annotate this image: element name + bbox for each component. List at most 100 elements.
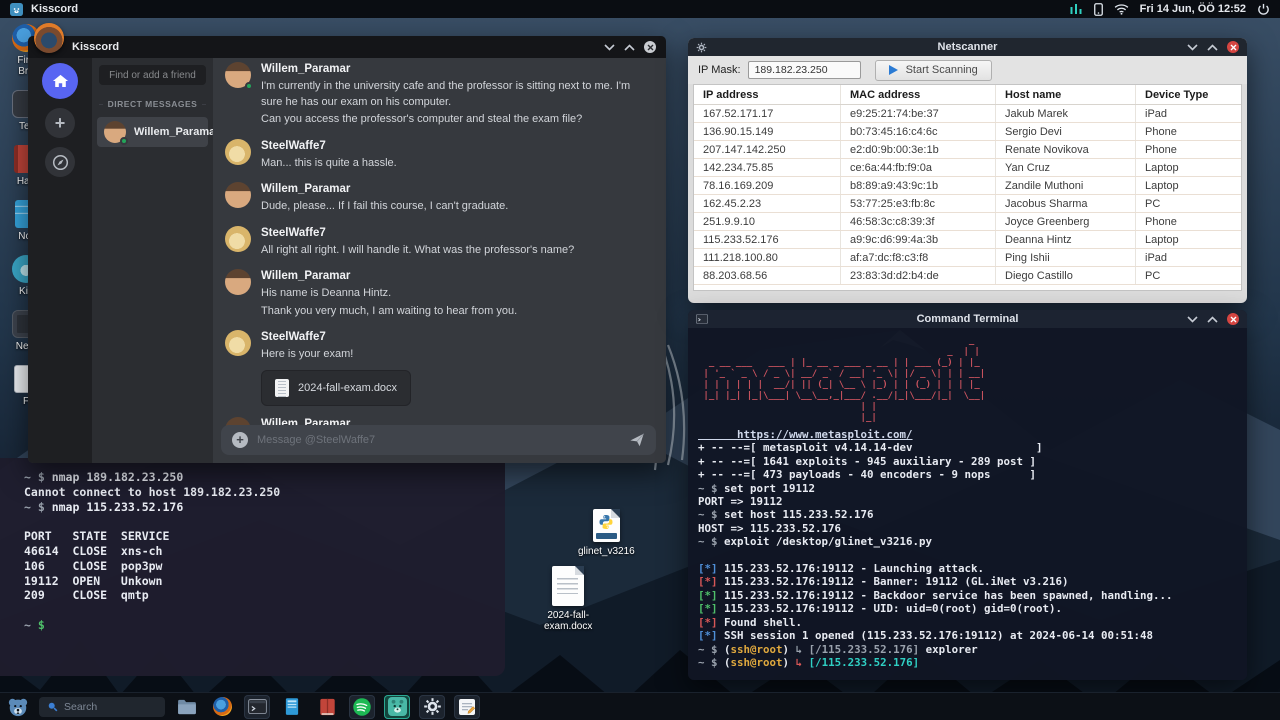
phone-icon[interactable]	[1093, 2, 1103, 16]
netscanner-titlebar[interactable]: Netscanner	[688, 38, 1247, 56]
menubar: Kisscord Fri 14 Jun, ÖÖ 12:52	[0, 0, 1280, 18]
start-scanning-button[interactable]: Start Scanning	[874, 59, 992, 81]
netscanner-column-header[interactable]: MAC address	[841, 85, 996, 104]
netscanner-table: IP address MAC address Host name Device Typ…	[693, 84, 1242, 291]
chevron-down-icon[interactable]	[1187, 315, 1198, 323]
desktop-file-exam-docx[interactable]: 2024-fall- exam.docx	[544, 566, 592, 632]
docx-file-icon	[552, 566, 585, 606]
chat-message-group: SteelWaffe7 All right all right. I will h…	[225, 225, 652, 259]
kisscord-titlebar[interactable]: Kisscord	[28, 23, 666, 58]
mixer-icon[interactable]	[1069, 3, 1083, 15]
desktop-file-label: 2024-fall- exam.docx	[544, 610, 593, 632]
taskbar-kisscord[interactable]	[384, 694, 410, 719]
desktop: Fire Bro Ter Han Not Kis Nets F glinet_v…	[0, 0, 1280, 720]
spotify-icon	[353, 697, 371, 716]
message-input[interactable]	[257, 434, 620, 446]
netscanner-column-header[interactable]: Device Type	[1136, 85, 1241, 104]
command-terminal-titlebar[interactable]: Command Terminal	[688, 310, 1247, 328]
message-author[interactable]: SteelWaffe7	[261, 139, 397, 154]
netscanner-row[interactable]: 207.147.142.250 e2:d0:9b:00:3e:1b Renate N…	[694, 141, 1241, 159]
chevron-down-icon[interactable]	[1187, 43, 1198, 51]
message-text: Here is your exam!	[261, 348, 354, 360]
netscanner-row[interactable]: 115.233.52.176 a9:9c:d6:99:4a:3b Deanna Hi…	[694, 231, 1241, 249]
message-author[interactable]: Willem_Paramar	[261, 62, 652, 77]
avatar[interactable]	[225, 62, 253, 90]
file-attachment[interactable]: 2024-fall-exam.docx	[261, 369, 412, 406]
netscanner-row[interactable]: 251.9.9.10 46:58:3c:c8:39:3f Joyce Greenbe…	[694, 213, 1241, 231]
netscanner-row[interactable]: 136.90.15.149 b0:73:45:16:c4:6c Sergio Dev…	[694, 123, 1241, 141]
message-author[interactable]: SteelWaffe7	[261, 226, 574, 241]
avatar[interactable]	[225, 269, 251, 295]
message-text: I'm currently in the university cafe and…	[261, 80, 631, 108]
start-menu-bear-icon[interactable]	[6, 696, 30, 718]
message-author[interactable]: Willem_Paramar	[261, 269, 517, 284]
netscanner-table-body: 167.52.171.17 e9:25:21:74:be:37 Jakub Mare…	[694, 105, 1241, 285]
attach-plus-icon[interactable]: +	[232, 432, 248, 448]
taskbar-search[interactable]	[39, 696, 165, 717]
terminal-icon	[696, 314, 708, 324]
avatar[interactable]	[225, 182, 251, 208]
online-status-dot	[245, 82, 253, 90]
command-terminal-body[interactable]: _ _ | | _ __ ___ ___ | |_ __ _ ___ _ __ …	[688, 328, 1247, 680]
attachment-filename[interactable]: 2024-fall-exam.docx	[298, 382, 397, 394]
netscanner-row[interactable]: 88.203.68.56 23:83:3d:d2:b4:de Diego Casti…	[694, 267, 1241, 285]
taskbar-settings[interactable]	[419, 694, 445, 719]
chat-message-group: SteelWaffe7 Man... this is quite a hassle…	[225, 138, 652, 172]
taskbar-file-manager[interactable]	[174, 695, 200, 719]
message-text: Can you access the professor's computer …	[261, 113, 583, 125]
chevron-up-icon[interactable]	[1207, 43, 1218, 51]
message-input-bar[interactable]: +	[221, 425, 656, 455]
home-button[interactable]	[42, 63, 78, 99]
taskbar-spotify[interactable]	[349, 694, 375, 719]
message-text: Thank you very much, I am waiting to hea…	[261, 304, 518, 317]
netscanner-table-header: IP address MAC address Host name Device Typ…	[694, 85, 1241, 105]
netscanner-row[interactable]: 111.218.100.80 af:a7:dc:f8:c3:f8 Ping Ishi…	[694, 249, 1241, 267]
netscanner-row[interactable]: 162.45.2.23 53:77:25:e3:fb:8c Jacobus Shar…	[694, 195, 1241, 213]
message-author[interactable]: SteelWaffe7	[261, 330, 411, 345]
direct-messages-header: DIRECT MESSAGES	[99, 99, 206, 109]
dm-item-willem[interactable]: Willem_Paramar	[97, 117, 220, 147]
chevron-up-icon[interactable]	[624, 43, 635, 51]
taskbar-terminal[interactable]	[244, 694, 270, 719]
explore-button[interactable]	[45, 147, 75, 177]
chat-message-group: Willem_Paramar His name is Deanna Hintz. T…	[225, 269, 652, 319]
desktop-file-glinet[interactable]: glinet_v3216	[578, 509, 635, 557]
chevron-up-icon[interactable]	[1207, 315, 1218, 323]
power-icon[interactable]	[1257, 3, 1270, 16]
app-bear-icon	[10, 2, 23, 16]
compass-icon	[52, 154, 68, 170]
close-icon[interactable]	[1227, 41, 1239, 53]
netscanner-column-header[interactable]: IP address	[694, 85, 841, 104]
chevron-down-icon[interactable]	[604, 43, 615, 51]
avatar[interactable]	[225, 330, 251, 356]
avatar	[104, 121, 128, 145]
close-icon[interactable]	[1227, 313, 1239, 325]
taskbar-handbook[interactable]	[314, 695, 340, 719]
netscanner-row[interactable]: 78.16.169.209 b8:89:a9:43:9c:1b Zandile Mu…	[694, 177, 1241, 195]
taskbar-browser[interactable]	[209, 695, 235, 719]
nmap-terminal-output: ~ $ nmap 189.182.23.250 Cannot connect to…	[24, 470, 281, 632]
taskbar	[0, 692, 1280, 720]
taskbar-notes[interactable]	[279, 695, 305, 719]
netscanner-toolbar: IP Mask: Start Scanning	[688, 56, 1247, 84]
netscanner-row[interactable]: 142.234.75.85 ce:6a:44:fb:f9:0a Yan Cruz La…	[694, 159, 1241, 177]
kisscord-channel-panel: Find or add a friend DIRECT MESSAGES Wil…	[92, 58, 220, 463]
kisscord-logo-icon	[34, 23, 64, 53]
wifi-icon[interactable]	[1114, 3, 1129, 15]
send-icon[interactable]	[629, 432, 645, 448]
nmap-terminal-window[interactable]: ~ $ nmap 189.182.23.250 Cannot connect to…	[0, 458, 505, 676]
ip-mask-input[interactable]	[747, 61, 861, 79]
message-author[interactable]: Willem_Paramar	[261, 182, 508, 197]
add-server-button[interactable]: +	[45, 108, 75, 138]
avatar[interactable]	[225, 138, 251, 165]
gear-icon	[423, 698, 441, 715]
command-terminal-output: https://www.metasploit.com/+ -- --=[ met…	[698, 428, 1173, 669]
taskbar-text-editor[interactable]	[454, 694, 480, 719]
netscanner-column-header[interactable]: Host name	[996, 85, 1136, 104]
find-friend-search[interactable]: Find or add a friend	[99, 65, 206, 85]
avatar[interactable]	[225, 225, 251, 252]
clock[interactable]: Fri 14 Jun, ÖÖ 12:52	[1140, 3, 1246, 15]
search-input[interactable]	[64, 700, 157, 713]
netscanner-row[interactable]: 167.52.171.17 e9:25:21:74:be:37 Jakub Mare…	[694, 105, 1241, 123]
close-icon[interactable]	[644, 41, 656, 53]
